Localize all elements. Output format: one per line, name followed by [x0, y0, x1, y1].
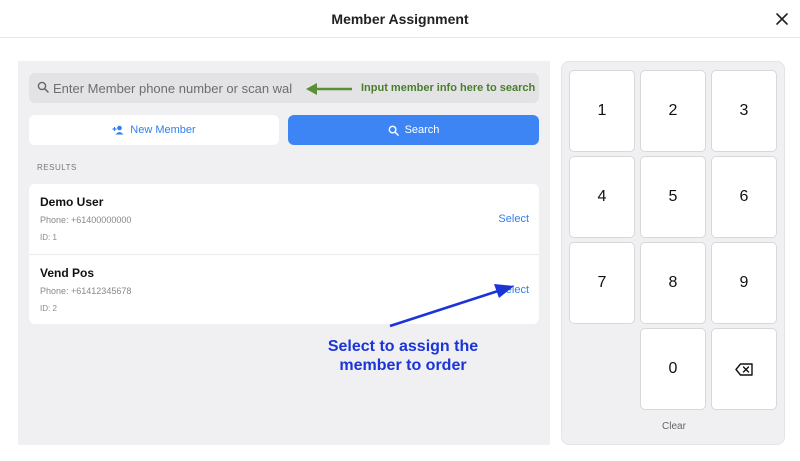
key-2[interactable]: 2 [640, 70, 706, 152]
modal-header: Member Assignment [0, 0, 800, 38]
select-annotation-line2: member to order [339, 357, 467, 374]
annotation-arrow-green [306, 83, 352, 95]
key-3[interactable]: 3 [711, 70, 777, 152]
select-annotation: Select to assign the member to order [318, 337, 488, 375]
backspace-icon [735, 362, 753, 376]
annotation-arrow-blue [389, 284, 514, 328]
search-icon [388, 125, 399, 136]
key-8[interactable]: 8 [640, 242, 706, 324]
search-annotation: Input member info here to search [361, 82, 536, 94]
key-0[interactable]: 0 [640, 328, 706, 410]
member-name: Vend Pos [40, 266, 95, 280]
key-5[interactable]: 5 [640, 156, 706, 238]
member-name: Demo User [40, 195, 104, 209]
member-id: ID: 2 [40, 304, 57, 313]
backspace-key[interactable] [711, 328, 777, 410]
key-6[interactable]: 6 [711, 156, 777, 238]
results-heading: RESULTS [37, 163, 77, 172]
key-1[interactable]: 1 [569, 70, 635, 152]
search-box: Input member info here to search [29, 73, 539, 103]
key-9[interactable]: 9 [711, 242, 777, 324]
search-icon [37, 81, 49, 93]
new-member-button[interactable]: New Member [29, 115, 279, 145]
modal-title: Member Assignment [331, 11, 469, 27]
member-search-input[interactable] [53, 73, 293, 103]
member-search-panel: Input member info here to search New Mem… [18, 61, 550, 445]
close-icon [776, 13, 788, 25]
close-button[interactable] [772, 9, 792, 29]
search-button[interactable]: Search [288, 115, 539, 145]
numeric-keypad: 1 2 3 4 5 6 7 8 9 0 Clear [561, 61, 785, 445]
add-user-icon [112, 125, 124, 135]
member-phone: Phone: +61412345678 [40, 286, 132, 296]
member-phone: Phone: +61400000000 [40, 215, 132, 225]
member-id: ID: 1 [40, 233, 57, 242]
clear-button[interactable]: Clear [562, 421, 786, 432]
new-member-label: New Member [130, 124, 196, 136]
key-7[interactable]: 7 [569, 242, 635, 324]
key-4[interactable]: 4 [569, 156, 635, 238]
select-annotation-line1: Select to assign the [327, 338, 479, 355]
search-button-label: Search [404, 124, 440, 136]
